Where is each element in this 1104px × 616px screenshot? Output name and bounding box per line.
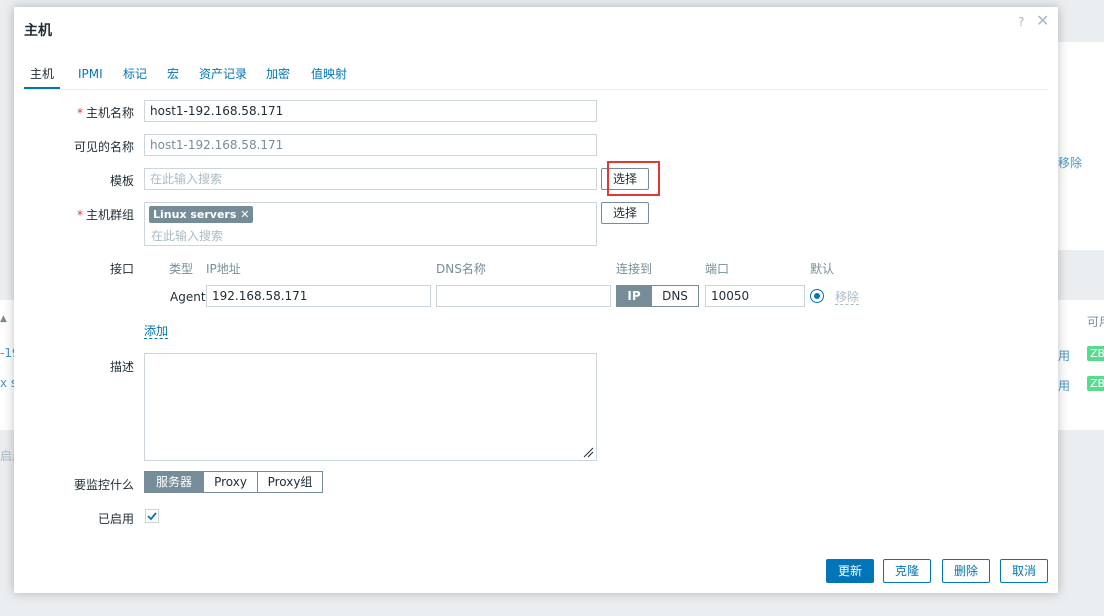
host-group-chip: Linux servers ✕ <box>149 206 254 223</box>
tab-ipmi[interactable]: IPMI <box>78 65 103 87</box>
connect-to-dns-toggle[interactable]: DNS <box>651 285 699 307</box>
interfaces-label: 接口 <box>109 262 134 276</box>
enabled-label: 已启用 <box>97 512 134 526</box>
interface-header-default: 默认 <box>810 262 835 276</box>
host-groups-multiselect[interactable]: Linux servers ✕ 在此输入搜索 <box>144 202 597 246</box>
host-groups-label: * 主机群组 <box>34 206 134 223</box>
required-marker: * <box>76 106 83 120</box>
interface-header-type: 类型 <box>169 262 194 276</box>
monitored-by-proxy-group[interactable]: Proxy组 <box>257 471 323 493</box>
required-marker: * <box>76 208 83 222</box>
background-row1-badge: ZB <box>1087 346 1104 361</box>
help-icon[interactable]: ? <box>1018 15 1024 29</box>
background-row2-status[interactable]: 用 <box>1058 377 1070 394</box>
description-label: 描述 <box>109 360 134 374</box>
interface-ip-input[interactable]: 192.168.58.171 <box>206 285 431 307</box>
chip-remove-icon[interactable]: ✕ <box>240 208 249 221</box>
visible-name-input[interactable]: host1-192.168.58.171 <box>144 134 597 156</box>
cancel-button[interactable]: 取消 <box>1000 559 1048 583</box>
add-interface-link[interactable]: 添加 <box>144 324 169 339</box>
delete-button[interactable]: 删除 <box>942 559 990 583</box>
tab-host[interactable]: 主机 <box>24 65 60 89</box>
background-row1-status[interactable]: 用 <box>1058 347 1070 364</box>
tab-encryption[interactable]: 加密 <box>266 65 290 87</box>
interface-header-port: 端口 <box>705 262 730 276</box>
interface-remove-link[interactable]: 移除 <box>835 290 860 305</box>
select-button-highlight <box>607 161 660 196</box>
tab-macros[interactable]: 宏 <box>167 65 179 87</box>
templates-search-input[interactable]: 在此输入搜索 <box>144 168 597 190</box>
close-icon[interactable]: ✕ <box>1036 11 1049 30</box>
background-column-available: 可用 <box>1087 315 1104 329</box>
interface-header-dns: DNS名称 <box>436 262 486 276</box>
templates-label: 模板 <box>109 174 134 188</box>
host-groups-select-button[interactable]: 选择 <box>601 202 649 224</box>
enabled-checkbox[interactable] <box>145 509 159 523</box>
monitored-by-proxy[interactable]: Proxy <box>203 471 258 493</box>
monitored-by-label: 要监控什么 <box>73 478 134 492</box>
host-groups-label-text: 主机群组 <box>85 208 134 222</box>
tab-inventory[interactable]: 资产记录 <box>199 65 247 87</box>
interface-port-input[interactable]: 10050 <box>705 285 805 307</box>
hostname-input[interactable]: host1-192.168.58.171 <box>144 100 597 122</box>
monitored-by-server[interactable]: 服务器 <box>144 471 204 493</box>
background-row2-badge: ZB <box>1087 376 1104 391</box>
update-button[interactable]: 更新 <box>826 559 874 583</box>
host-dialog: 主机 ? ✕ 主机 IPMI 标记 宏 资产记录 加密 值映射 * 主机名称 ho… <box>14 7 1058 593</box>
dialog-title: 主机 <box>24 23 52 39</box>
resize-handle-icon[interactable] <box>582 446 594 458</box>
tab-tags[interactable]: 标记 <box>123 65 147 87</box>
hostname-label-text: 主机名称 <box>85 106 134 120</box>
chip-label: Linux servers <box>153 208 237 221</box>
interface-header-ip: IP地址 <box>206 262 241 276</box>
interface-header-connect: 连接到 <box>616 262 653 276</box>
interface-dns-input[interactable] <box>436 285 611 307</box>
tab-value-mapping[interactable]: 值映射 <box>311 65 347 87</box>
checkmark-icon <box>147 512 157 521</box>
background-panel-top <box>1058 42 1104 250</box>
clone-button[interactable]: 克隆 <box>883 559 931 583</box>
host-groups-search-placeholder: 在此输入搜索 <box>151 229 224 243</box>
hostname-label: * 主机名称 <box>34 104 134 121</box>
visible-name-label: 可见的名称 <box>73 140 134 154</box>
description-textarea[interactable] <box>144 353 597 461</box>
interface-type-agent: Agent <box>170 290 206 304</box>
connect-to-ip-toggle[interactable]: IP <box>616 285 652 307</box>
interface-default-radio[interactable] <box>810 289 824 303</box>
background-remove-link[interactable]: 移除 <box>1058 154 1082 171</box>
background-sort-arrow: ▲ <box>0 314 7 324</box>
tab-bar: 主机 IPMI 标记 宏 资产记录 加密 值映射 <box>24 65 1048 90</box>
